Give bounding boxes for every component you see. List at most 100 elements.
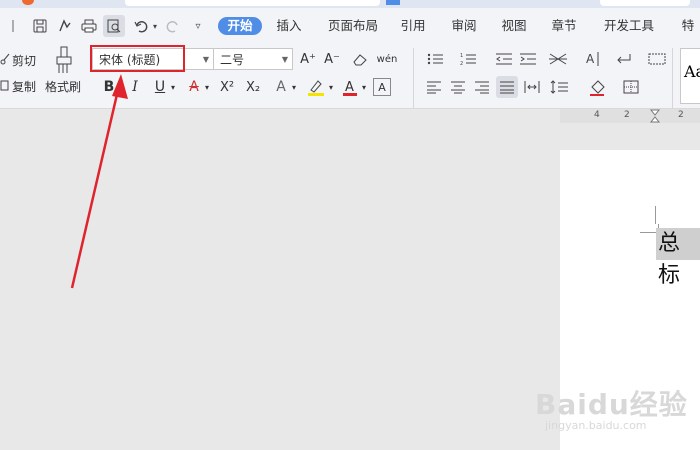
italic-icon: I [132, 79, 138, 95]
align-center-icon[interactable] [448, 78, 468, 96]
copy-label[interactable]: 复制 [12, 78, 36, 95]
font-size-value: 二号 [220, 53, 245, 67]
subscript-icon: X₂ [245, 79, 261, 95]
shrink-font-icon: A⁻ [324, 51, 340, 67]
print-preview-icon[interactable] [103, 15, 125, 37]
customize-quick-access-icon[interactable]: ▿ [190, 15, 206, 37]
grow-font-icon: A⁺ [300, 51, 316, 67]
svg-text:A: A [586, 52, 595, 66]
text-direction-icon[interactable]: A [582, 50, 602, 68]
eraser-icon [353, 54, 367, 66]
tab-special[interactable]: 特色 [676, 17, 700, 35]
output-pdf-icon[interactable] [55, 15, 75, 37]
selected-title-text[interactable]: 总标 [656, 228, 700, 288]
tab-view[interactable]: 视图 [497, 17, 531, 35]
document-tab[interactable] [125, 0, 380, 6]
document-tab-right[interactable] [600, 0, 690, 6]
bold-icon: B [103, 79, 115, 95]
text-effect-button[interactable]: A [272, 78, 290, 96]
tab-review[interactable]: 审阅 [447, 17, 481, 35]
print-icon[interactable] [79, 15, 99, 37]
grow-font-button[interactable]: A⁺ [298, 50, 318, 68]
underline-dropdown-icon[interactable]: ▾ [169, 80, 177, 94]
annotation-highlight-box [90, 45, 185, 72]
indent-marker-icon[interactable] [648, 109, 662, 123]
font-color-dropdown-icon[interactable]: ▾ [360, 80, 368, 94]
highlight-dropdown-icon[interactable]: ▾ [327, 80, 335, 94]
horizontal-ruler: 4 2 2 [560, 109, 700, 123]
ruler-mark: 2 [624, 110, 630, 120]
underline-icon: U [154, 79, 166, 95]
strikethrough-icon: A [189, 79, 199, 95]
shrink-font-button[interactable]: A⁻ [322, 50, 342, 68]
line-break-icon[interactable] [612, 50, 636, 68]
character-border-button[interactable]: A [373, 78, 391, 96]
increase-indent-icon[interactable] [518, 50, 538, 68]
watermark-url: jingyan.baidu.com [545, 419, 647, 432]
chevron-down-icon[interactable]: ▼ [282, 49, 288, 71]
format-painter-label[interactable]: 格式刷 [45, 78, 81, 95]
app-logo-tab[interactable] [22, 0, 34, 5]
numbered-list-icon[interactable]: 12 [458, 50, 482, 68]
text-effect-dropdown-icon[interactable]: ▾ [290, 80, 298, 94]
document-tab-icon[interactable] [386, 0, 400, 5]
bold-button[interactable]: B [100, 78, 118, 96]
tab-developer[interactable]: 开发工具 [600, 17, 658, 35]
chevron-down-icon[interactable]: ▼ [203, 49, 209, 71]
ruler-mark: 4 [594, 110, 600, 120]
watermark: Baidu经验 jingyan.baidu.com [535, 375, 695, 445]
italic-button[interactable]: I [126, 78, 144, 96]
group-divider [413, 48, 414, 108]
superscript-button[interactable]: X² [216, 78, 238, 96]
tab-page-layout[interactable]: 页面布局 [324, 17, 382, 35]
font-size-select[interactable]: 二号 ▼ [213, 48, 293, 70]
tab-insert[interactable]: 插入 [272, 17, 306, 35]
tab-home[interactable]: 开始 [218, 17, 262, 35]
undo-icon[interactable] [131, 15, 151, 37]
margin-corner-mark [655, 206, 656, 224]
group-divider [672, 48, 673, 108]
table-tools-icon[interactable] [646, 50, 668, 68]
borders-icon[interactable] [620, 78, 644, 96]
copy-icon[interactable] [0, 78, 10, 92]
strikethrough-dropdown-icon[interactable]: ▾ [203, 80, 211, 94]
character-border-icon: A [378, 80, 386, 94]
tab-sections[interactable]: 章节 [547, 17, 581, 35]
svg-text:1: 1 [460, 53, 463, 59]
shading-icon[interactable] [586, 78, 610, 98]
chinese-layout-icon[interactable] [546, 50, 570, 68]
distributed-align-icon[interactable] [522, 78, 542, 96]
tab-references[interactable]: 引用 [396, 17, 430, 35]
line-spacing-icon[interactable] [548, 78, 572, 96]
menu-overflow-icon[interactable] [3, 15, 17, 37]
subscript-button[interactable]: X₂ [242, 78, 264, 96]
phonetic-guide-button[interactable]: wén [376, 48, 398, 70]
bullet-list-icon[interactable] [425, 50, 449, 68]
redo-icon[interactable] [163, 15, 183, 37]
strikethrough-button[interactable]: A [184, 78, 204, 96]
svg-text:2: 2 [460, 61, 463, 66]
decrease-indent-icon[interactable] [494, 50, 514, 68]
save-icon[interactable] [30, 15, 50, 37]
watermark-logo: Baidu经验 [535, 388, 688, 421]
style-gallery-item[interactable]: Aa [680, 48, 700, 104]
clear-format-button[interactable] [350, 50, 370, 68]
cut-label[interactable]: 剪切 [12, 52, 36, 69]
phonetic-icon: wén [376, 53, 398, 65]
font-color-icon: A [343, 80, 357, 96]
scissors-icon[interactable] [0, 52, 10, 66]
highlight-color-button[interactable] [305, 78, 327, 98]
highlighter-icon [308, 80, 324, 96]
font-color-button[interactable]: A [340, 78, 360, 98]
text-effect-icon: A [276, 79, 286, 95]
undo-dropdown-icon[interactable]: ▾ [150, 15, 160, 37]
style-preview-text: Aa [684, 62, 700, 81]
justify-icon[interactable] [496, 76, 518, 98]
svg-text:A: A [345, 80, 354, 95]
underline-button[interactable]: U [150, 78, 170, 96]
title-tab-strip [0, 0, 700, 8]
format-painter-icon[interactable] [53, 46, 75, 74]
ruler-mark: 2 [678, 110, 684, 120]
align-left-icon[interactable] [424, 78, 444, 96]
align-right-icon[interactable] [472, 78, 492, 96]
